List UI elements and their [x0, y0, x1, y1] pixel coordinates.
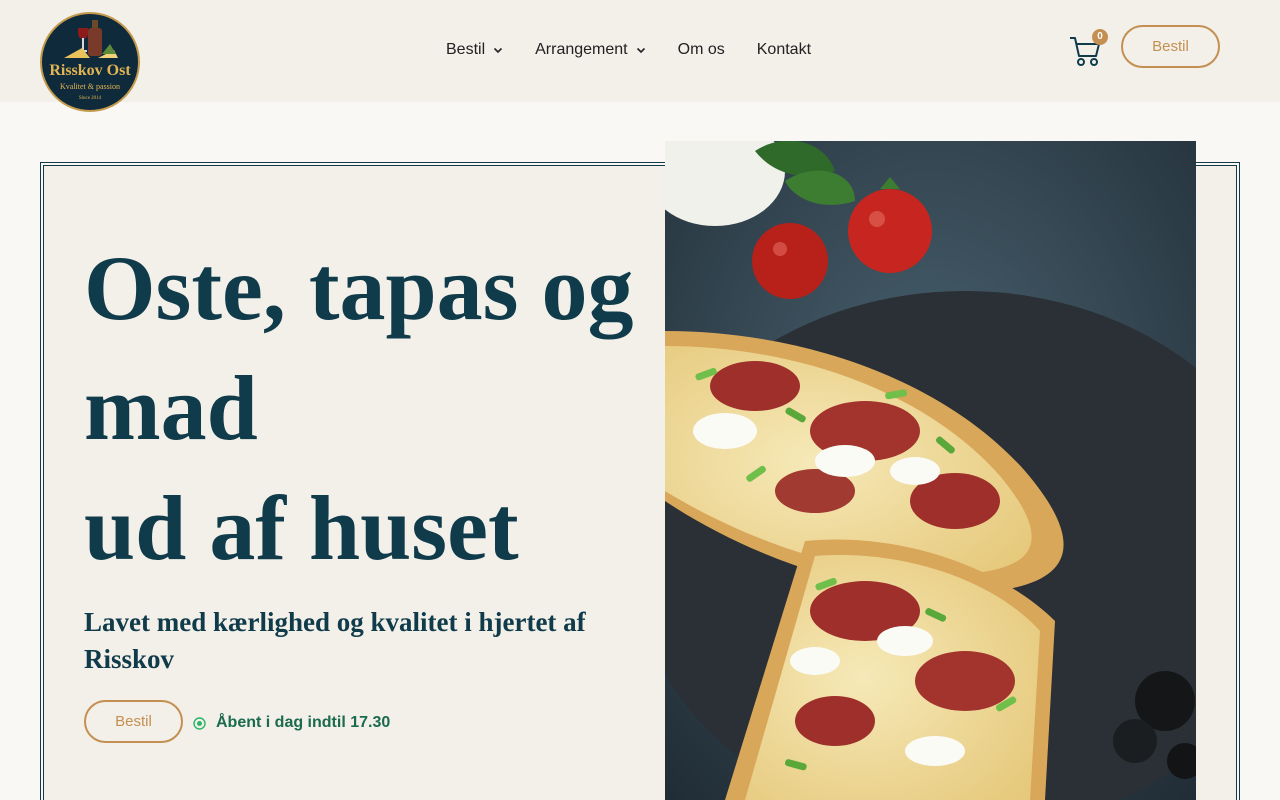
logo-since: Since 2014 [78, 96, 102, 101]
logo-name: Risskov Ost [49, 62, 131, 79]
nav-item-arrangement[interactable]: Arrangement [535, 38, 646, 62]
nav-item-label: Kontakt [756, 41, 812, 58]
nav-item-om-os[interactable]: Om os [678, 38, 725, 62]
hero-title-line: Oste, tapas og [84, 237, 634, 339]
cart-count-badge: 0 [1092, 29, 1108, 45]
opening-status: Åbent i dag indtil 17.30 [193, 714, 390, 732]
nav-item-label: Om os [677, 41, 725, 58]
chevron-down-icon [494, 47, 503, 54]
hero-title: Oste, tapas og mad ud af huset [84, 228, 654, 588]
hero-title-line: mad [84, 357, 258, 459]
chevron-down-icon [636, 47, 645, 54]
nav-item-label: Arrangement [535, 41, 628, 58]
hero-subtitle: Lavet med kærlighed og kvalitet i hjerte… [84, 607, 586, 674]
hero-pizza-image [665, 141, 1196, 800]
brand-logo[interactable]: Risskov Ost Kvalitet & passion Since 201… [40, 12, 140, 112]
nav-item-kontakt[interactable]: Kontakt [757, 38, 811, 62]
open-status-icon [193, 716, 206, 730]
header-order-button[interactable]: Bestil [1121, 25, 1220, 68]
logo-tagline: Kvalitet & passion [60, 82, 120, 91]
hero-title-line: ud af huset [84, 477, 519, 579]
nav-item-label: Bestil [446, 41, 486, 58]
nav-item-bestil[interactable]: Bestil [446, 38, 503, 62]
main-nav: Bestil Arrangement Om os Kontakt [446, 38, 811, 62]
hero-order-button[interactable]: Bestil [84, 700, 183, 743]
opening-status-text: Åbent i dag indtil 17.30 [216, 714, 391, 731]
